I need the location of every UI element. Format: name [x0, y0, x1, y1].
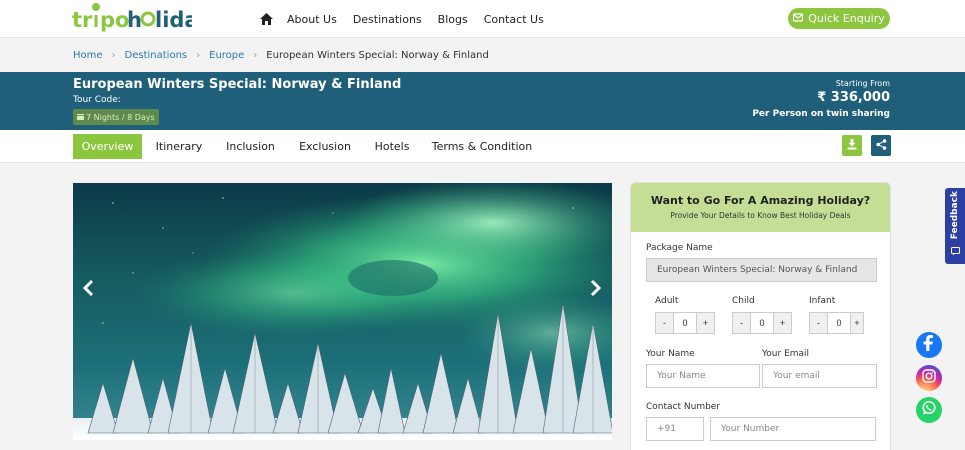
main-nav: About Us Destinations Blogs Contact Us	[260, 0, 560, 38]
form-title: Want to Go For A Amazing Holiday?	[650, 194, 871, 207]
quick-enquiry-button[interactable]: Quick Enquiry	[788, 8, 890, 29]
infant-minus-button[interactable]: -	[809, 312, 828, 334]
svg-text:lidays: lidays	[155, 8, 192, 32]
share-button[interactable]	[871, 135, 891, 156]
price-block: Starting From ₹ 336,000 Per Person on tw…	[752, 79, 890, 119]
tour-code-label: Tour Code:	[73, 95, 121, 105]
breadcrumb-separator: ›	[196, 50, 201, 61]
your-name-label: Your Name	[646, 349, 695, 359]
form-header: Want to Go For A Amazing Holiday? Provid…	[631, 183, 890, 232]
svg-text:tr: tr	[72, 8, 93, 32]
package-name-field[interactable]: European Winters Special: Norway & Finla…	[646, 258, 877, 282]
calendar-icon	[77, 113, 84, 122]
tab-overview[interactable]: Overview	[73, 134, 142, 159]
package-name-label: Package Name	[646, 243, 713, 253]
tab-itinerary[interactable]: Itinerary	[152, 134, 206, 159]
facebook-icon	[922, 334, 936, 356]
child-label: Child	[732, 296, 755, 306]
svg-text:po: po	[100, 8, 129, 32]
form-subtitle: Provide Your Details to Know Best Holida…	[670, 211, 851, 220]
tab-exclusion[interactable]: Exclusion	[295, 134, 355, 159]
feedback-icon	[950, 243, 960, 261]
breadcrumb-current: European Winters Special: Norway & Finla…	[266, 50, 489, 61]
feedback-tab[interactable]: Feedback	[945, 188, 965, 264]
duration-text: 7 Nights / 8 Days	[86, 112, 155, 122]
brand-logo[interactable]: tr po h lidays	[72, 3, 192, 35]
breadcrumb-separator: ›	[253, 50, 258, 61]
tour-tabs: Overview Itinerary Inclusion Exclusion H…	[0, 130, 965, 163]
nav-destinations[interactable]: Destinations	[353, 13, 422, 26]
price-value: ₹ 336,000	[817, 90, 890, 105]
logo-image: tr po h lidays	[72, 3, 192, 32]
whatsapp-button[interactable]	[916, 397, 942, 423]
breadcrumb-home[interactable]: Home	[73, 50, 103, 61]
download-button[interactable]	[842, 135, 862, 156]
download-icon	[847, 137, 857, 155]
price-label: Starting From	[835, 79, 890, 88]
share-icon	[875, 137, 887, 155]
adult-minus-button[interactable]: -	[655, 312, 674, 334]
child-count[interactable]: 0	[751, 312, 773, 334]
instagram-button[interactable]	[916, 365, 942, 391]
your-name-input[interactable]: Your Name	[646, 364, 760, 388]
contact-number-label: Contact Number	[646, 402, 721, 412]
nav-blogs[interactable]: Blogs	[438, 13, 468, 26]
child-stepper[interactable]: - 0 +	[732, 312, 792, 334]
breadcrumb-separator: ›	[111, 50, 116, 61]
adult-label: Adult	[655, 296, 679, 306]
chevron-left-icon	[82, 279, 94, 302]
your-email-input[interactable]: Your email	[762, 364, 877, 388]
aurora-forest-image	[73, 183, 612, 440]
breadcrumb-europe[interactable]: Europe	[209, 50, 244, 61]
facebook-button[interactable]	[916, 332, 942, 358]
child-minus-button[interactable]: -	[732, 312, 751, 334]
instagram-icon	[922, 368, 936, 388]
slider-prev-button[interactable]	[79, 279, 97, 301]
tab-inclusion[interactable]: Inclusion	[222, 134, 279, 159]
whatsapp-icon	[921, 400, 937, 421]
tour-header-band: European Winters Special: Norway & Finla…	[0, 72, 965, 130]
infant-stepper[interactable]: - 0 +	[809, 312, 864, 334]
duration-badge: 7 Nights / 8 Days	[73, 109, 159, 125]
contact-number-input[interactable]: Your Number	[710, 417, 876, 441]
tab-terms-condition[interactable]: Terms & Condition	[430, 134, 534, 159]
infant-count[interactable]: 0	[828, 312, 850, 334]
envelope-icon	[793, 12, 804, 25]
adult-count[interactable]: 0	[674, 312, 696, 334]
tour-image-slider[interactable]	[73, 183, 612, 440]
svg-text:h: h	[127, 8, 142, 32]
slider-next-button[interactable]	[587, 279, 605, 301]
breadcrumb: Home › Destinations › Europe › European …	[0, 39, 965, 72]
chevron-right-icon	[590, 279, 602, 302]
tour-title: European Winters Special: Norway & Finla…	[73, 77, 402, 92]
enquiry-form: Want to Go For A Amazing Holiday? Provid…	[630, 182, 891, 450]
country-code-input[interactable]: +91	[646, 417, 704, 441]
price-note: Per Person on twin sharing	[752, 109, 890, 119]
tab-hotels[interactable]: Hotels	[371, 134, 413, 159]
nav-contact-us[interactable]: Contact Us	[484, 13, 544, 26]
nav-about-us[interactable]: About Us	[287, 13, 337, 26]
breadcrumb-destinations[interactable]: Destinations	[125, 50, 188, 61]
adult-stepper[interactable]: - 0 +	[655, 312, 715, 334]
home-icon[interactable]	[260, 12, 274, 26]
top-navbar: tr po h lidays About Us Destinations Blo…	[0, 0, 965, 38]
infant-plus-button[interactable]: +	[850, 312, 864, 334]
adult-plus-button[interactable]: +	[696, 312, 715, 334]
infant-label: Infant	[809, 296, 836, 306]
your-email-label: Your Email	[762, 349, 810, 359]
child-plus-button[interactable]: +	[773, 312, 792, 334]
feedback-label: Feedback	[950, 191, 960, 240]
quick-enquiry-label: Quick Enquiry	[808, 12, 885, 25]
